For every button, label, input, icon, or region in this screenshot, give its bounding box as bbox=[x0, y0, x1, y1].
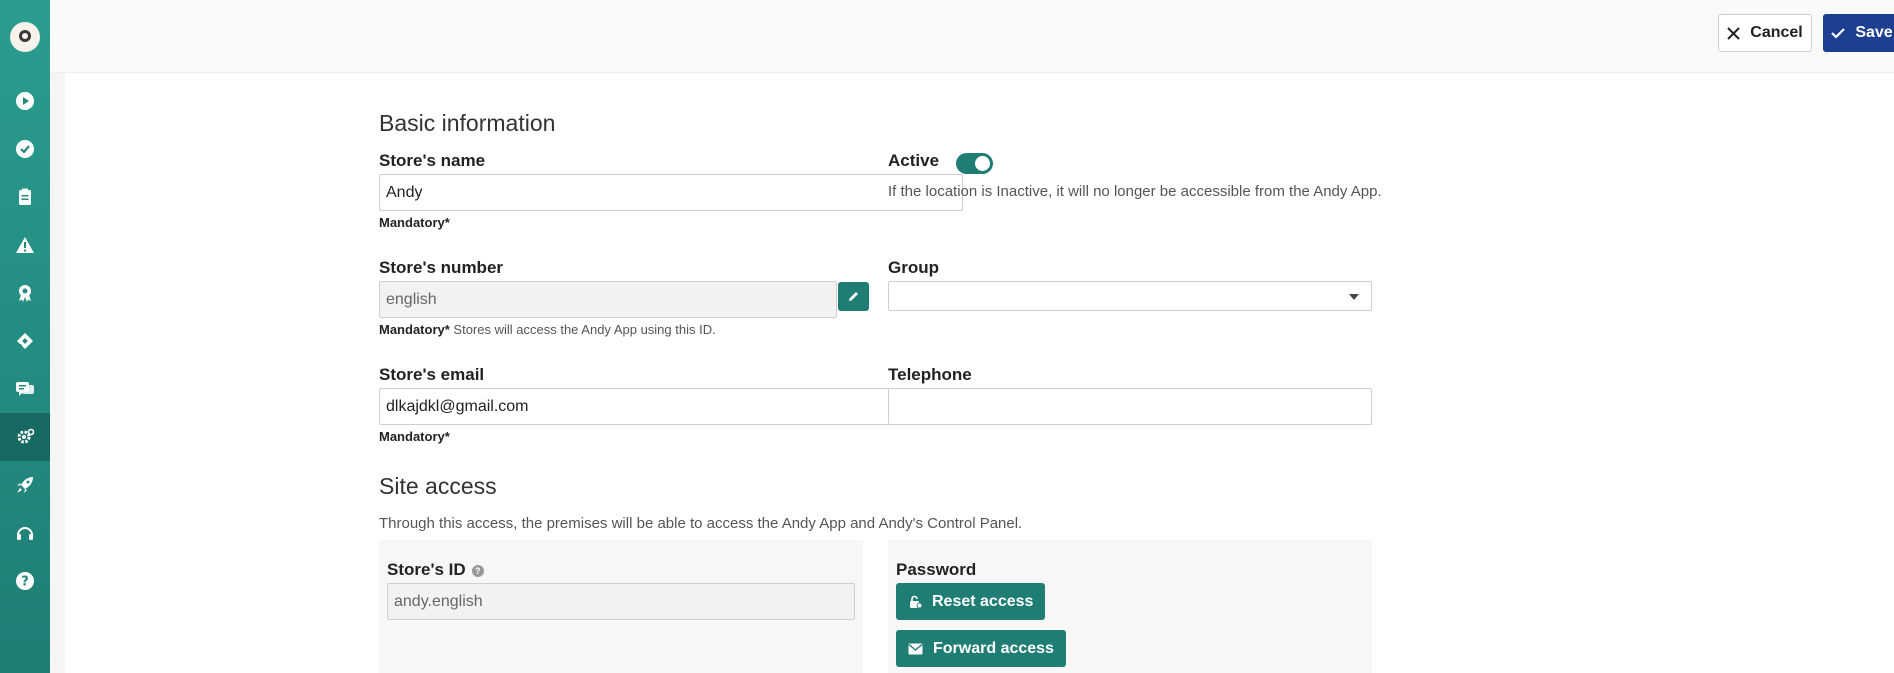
store-name-helper: Mandatory* bbox=[379, 215, 450, 230]
sidebar-item-support[interactable] bbox=[0, 509, 50, 557]
store-form-card: Basic information Store's name Andy Mand… bbox=[65, 73, 1894, 673]
cancel-button[interactable]: Cancel bbox=[1718, 14, 1812, 52]
gear-icon bbox=[17, 428, 35, 444]
sidebar-item-settings[interactable] bbox=[0, 413, 50, 461]
store-id-label-text: Store's ID bbox=[387, 560, 466, 579]
reset-access-label: Reset access bbox=[932, 592, 1034, 610]
store-number-helper: Mandatory* Stores will access the Andy A… bbox=[379, 322, 716, 337]
help-icon: ? bbox=[16, 572, 34, 590]
close-icon bbox=[1727, 26, 1740, 40]
rocket-icon bbox=[17, 477, 33, 493]
caret-down-icon bbox=[1349, 294, 1359, 300]
sidebar-item-awards[interactable] bbox=[0, 269, 50, 317]
clipboard-icon bbox=[19, 188, 31, 205]
ticket-icon bbox=[17, 333, 33, 349]
group-select[interactable] bbox=[888, 281, 1372, 311]
store-id-label: Store's ID? bbox=[387, 560, 484, 580]
sidebar-item-help[interactable]: ? bbox=[0, 557, 50, 605]
warning-icon bbox=[16, 237, 34, 253]
store-id-value: andy.english bbox=[394, 592, 483, 610]
telephone-label: Telephone bbox=[888, 365, 972, 384]
sidebar-item-play[interactable] bbox=[0, 77, 50, 125]
password-label: Password bbox=[896, 560, 977, 579]
dog-logo-icon[interactable] bbox=[10, 22, 40, 52]
envelope-icon bbox=[908, 643, 923, 654]
store-number-value: english bbox=[386, 290, 437, 308]
active-label: Active bbox=[888, 151, 940, 170]
forward-access-label: Forward access bbox=[933, 639, 1054, 657]
check-circle-icon bbox=[16, 140, 34, 158]
save-button[interactable]: Save bbox=[1823, 14, 1894, 52]
site-access-description: Through this access, the premises will b… bbox=[379, 515, 1023, 532]
password-panel: Password Reset access Forward access bbox=[888, 540, 1372, 673]
sidebar-item-alerts[interactable] bbox=[0, 221, 50, 269]
store-number-helper-text: Stores will access the Andy App using th… bbox=[449, 322, 716, 337]
question-circle-icon[interactable]: ? bbox=[471, 564, 484, 577]
headset-icon bbox=[17, 527, 33, 540]
store-id-panel: Store's ID? andy.english bbox=[379, 540, 863, 673]
check-icon bbox=[1831, 28, 1846, 39]
store-number-mandatory: Mandatory* bbox=[379, 322, 450, 337]
store-name-input[interactable]: Andy bbox=[379, 174, 963, 211]
store-email-value: dlkajdkl@gmail.com bbox=[386, 397, 529, 415]
pencil-icon bbox=[849, 292, 858, 301]
basic-information-title: Basic information bbox=[379, 110, 556, 136]
store-email-label: Store's email bbox=[379, 365, 485, 384]
site-access-title: Site access bbox=[379, 473, 497, 499]
store-number-label: Store's number bbox=[379, 258, 504, 277]
sidebar-item-launch[interactable] bbox=[0, 461, 50, 509]
edit-store-number-button[interactable] bbox=[838, 282, 869, 311]
chat-icon bbox=[16, 382, 34, 396]
store-email-input[interactable]: dlkajdkl@gmail.com bbox=[379, 388, 963, 425]
store-name-label: Store's name bbox=[379, 151, 486, 170]
store-id-input[interactable]: andy.english bbox=[387, 583, 855, 620]
telephone-input[interactable] bbox=[888, 388, 1372, 425]
active-toggle[interactable] bbox=[956, 153, 993, 174]
save-button-label: Save bbox=[1855, 24, 1893, 41]
store-name-value: Andy bbox=[386, 183, 423, 201]
sidebar-item-tickets[interactable] bbox=[0, 317, 50, 365]
store-number-input[interactable]: english bbox=[379, 281, 837, 318]
reset-access-button[interactable]: Reset access bbox=[896, 583, 1046, 620]
sidebar-item-tasks[interactable] bbox=[0, 125, 50, 173]
forward-access-button[interactable]: Forward access bbox=[896, 630, 1066, 667]
cancel-button-label: Cancel bbox=[1750, 24, 1803, 41]
top-toolbar: Cancel Save bbox=[50, 0, 1894, 73]
unlock-icon bbox=[910, 595, 922, 608]
store-email-helper: Mandatory* bbox=[379, 429, 450, 444]
active-hint: If the location is Inactive, it will no … bbox=[888, 183, 1382, 200]
award-icon bbox=[19, 285, 31, 302]
svg-text:?: ? bbox=[21, 575, 29, 590]
play-icon bbox=[16, 92, 34, 110]
group-label: Group bbox=[888, 258, 939, 277]
sidebar-item-clipboard[interactable] bbox=[0, 173, 50, 221]
sidebar-item-chat[interactable] bbox=[0, 365, 50, 413]
sidebar: ? bbox=[0, 0, 50, 673]
